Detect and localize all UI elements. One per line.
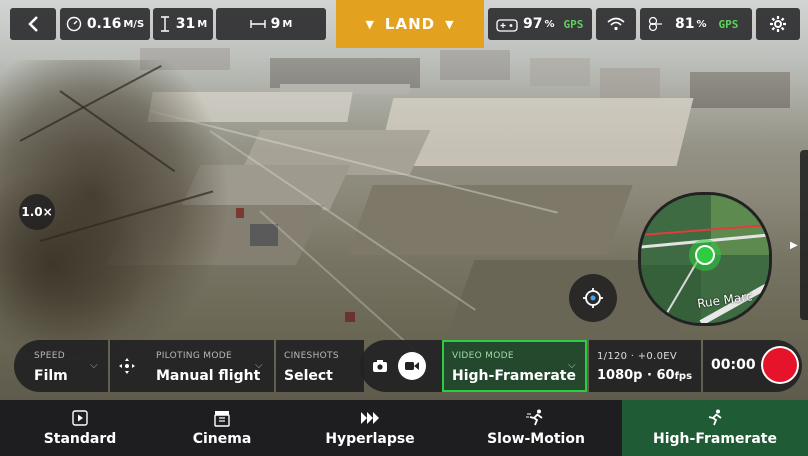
cineshots-value: Select	[284, 368, 333, 384]
video-mode-selector[interactable]: VIDEO MODE High-Framerate ⌵	[442, 340, 587, 392]
resolution-value: 1080p · 60fps	[597, 368, 692, 383]
record-dot-icon	[763, 348, 797, 382]
distance-unit: M	[282, 18, 293, 30]
video-mode-knob[interactable]	[398, 352, 426, 380]
controller-gps: GPS	[563, 17, 584, 31]
distance-icon	[249, 20, 266, 28]
fps-unit: fps	[674, 371, 693, 382]
chevron-down-icon: ⌵	[568, 360, 576, 371]
tilt-arrow-icon: ▶	[790, 240, 798, 251]
fast-forward-icon	[361, 412, 379, 424]
record-timer: 00:00	[711, 357, 756, 373]
crosshair-icon	[583, 288, 603, 308]
altitude-icon	[160, 16, 169, 32]
cineshots-label: CINESHOTS	[284, 351, 339, 361]
zoom-indicator[interactable]: 1.0×	[19, 194, 55, 230]
video-mode-label: VIDEO MODE	[452, 351, 514, 361]
cineshots-selector[interactable]: CINESHOTS Select	[276, 340, 364, 392]
speed-selector[interactable]: SPEED Film ⌵	[14, 340, 108, 392]
altitude-value: 31	[175, 16, 196, 32]
wifi-icon	[607, 17, 625, 31]
runner-icon	[708, 409, 722, 426]
drone-battery-unit: %	[696, 18, 707, 30]
zoom-label: 1.0×	[21, 205, 53, 219]
chevron-down-icon: ▼	[445, 17, 455, 31]
tab-high-framerate[interactable]: High-Framerate	[622, 400, 808, 456]
settings-button[interactable]	[756, 8, 800, 40]
play-square-icon	[72, 410, 88, 426]
tab-slow-motion[interactable]: Slow-Motion	[456, 400, 616, 456]
shutter-ev-value: 1/120 · +0.0EV	[597, 351, 677, 362]
gauge-icon	[66, 16, 82, 32]
chevron-down-icon: ▼	[365, 17, 375, 31]
distance-indicator: 9M	[216, 8, 326, 40]
tab-standard[interactable]: Standard	[0, 400, 160, 456]
distance-value: 9	[270, 16, 281, 32]
altitude-unit: M	[197, 18, 208, 30]
tab-hyperlapse[interactable]: Hyperlapse	[290, 400, 450, 456]
runner-icon	[526, 409, 543, 426]
camera-settings[interactable]: 1/120 · +0.0EV 1080p · 60fps	[589, 340, 701, 392]
altitude-indicator: 31 M	[153, 8, 213, 40]
tab-label: High-Framerate	[653, 431, 777, 447]
chevron-down-icon: ⌵	[255, 360, 263, 371]
center-target-button[interactable]	[569, 274, 617, 322]
video-mode-value: High-Framerate	[452, 368, 576, 384]
speed-value: 0.16	[86, 16, 122, 32]
drone-icon	[648, 16, 662, 32]
controller-battery: 97	[523, 16, 543, 32]
mini-map[interactable]: Rue Marc	[638, 192, 772, 326]
wifi-status[interactable]	[596, 8, 636, 40]
tab-label: Slow-Motion	[487, 431, 585, 447]
drone-battery: 81	[675, 16, 695, 32]
tab-label: Hyperlapse	[325, 431, 415, 447]
top-bar: 0.16 M/S 31 M 9M ▼ LAND ▼ 97% GPS 81% GPS	[0, 0, 808, 48]
video-camera-icon	[405, 362, 419, 370]
piloting-mode-value: Manual flight	[156, 368, 261, 384]
controller-icon	[496, 19, 518, 32]
gear-icon	[770, 16, 786, 32]
camera-icon	[373, 360, 387, 372]
camera-tilt-slider[interactable]	[800, 150, 808, 320]
record-button[interactable]	[761, 346, 799, 384]
controller-status[interactable]: 97% GPS	[488, 8, 592, 40]
controller-battery-unit: %	[544, 18, 555, 30]
land-label: LAND	[384, 15, 436, 33]
joystick-icon	[119, 358, 135, 374]
speed-label: SPEED	[34, 351, 65, 361]
tab-label: Standard	[43, 431, 117, 447]
piloting-label: PILOTING MODE	[156, 351, 232, 361]
drone-gps: GPS	[718, 17, 739, 31]
chevron-left-icon	[28, 16, 38, 32]
video-mode-tabs: Standard Cinema Hyperlapse Slow-Motion H…	[0, 400, 808, 456]
speed-mode-value: Film	[34, 368, 68, 384]
drone-app: 0.16 M/S 31 M 9M ▼ LAND ▼ 97% GPS 81% GPS	[0, 0, 808, 456]
tab-label: Cinema	[192, 431, 252, 447]
clapperboard-icon	[214, 411, 230, 427]
tab-cinema[interactable]: Cinema	[142, 400, 302, 456]
piloting-mode-selector[interactable]: PILOTING MODE Manual flight ⌵	[110, 340, 274, 392]
drone-status[interactable]: 81% GPS	[640, 8, 752, 40]
speed-indicator: 0.16 M/S	[60, 8, 150, 40]
back-button[interactable]	[10, 8, 56, 40]
land-button[interactable]: ▼ LAND ▼	[336, 0, 484, 48]
chevron-down-icon: ⌵	[90, 360, 98, 371]
record-panel: 00:00	[703, 340, 802, 392]
speed-unit: M/S	[123, 18, 145, 30]
resolution-text: 1080p · 60	[597, 368, 675, 383]
photo-video-toggle[interactable]	[360, 340, 442, 392]
